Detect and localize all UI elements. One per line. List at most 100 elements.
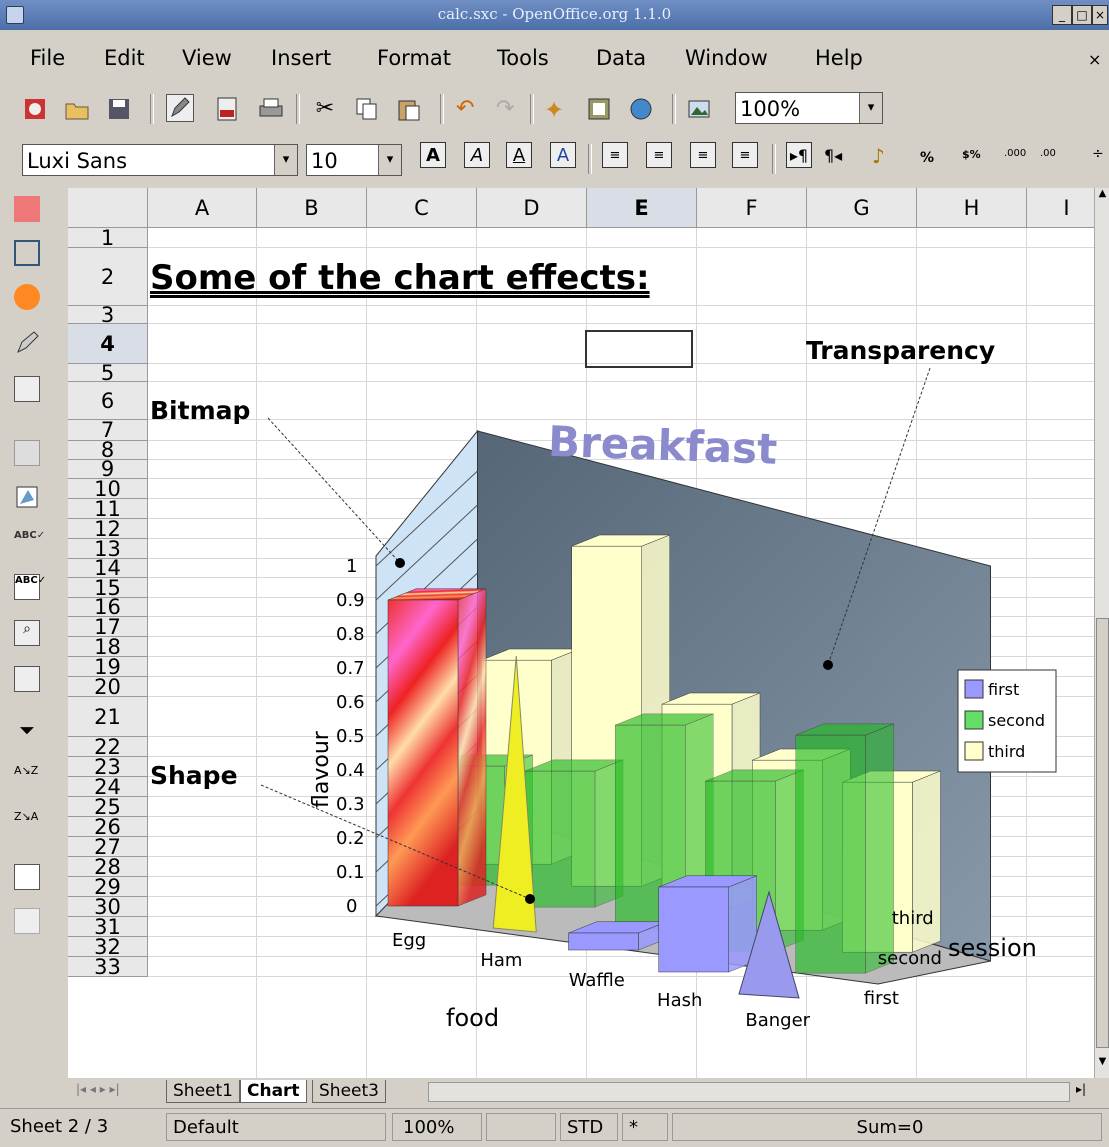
breakfast-chart[interactable]: 0 0.1 0.2 0.3 0.4 0.5 0.6 0.7 0.8 0.9 1 Egg Ham Waffl… bbox=[68, 188, 1094, 1078]
data-sources-icon[interactable] bbox=[628, 96, 654, 122]
menu-file[interactable]: File bbox=[30, 46, 65, 70]
separator bbox=[530, 94, 534, 124]
title-bar: calc.sxc - OpenOffice.org 1.1.0 _ □ × bbox=[0, 0, 1109, 30]
scroll-right-icon[interactable]: ▸| bbox=[1076, 1082, 1086, 1096]
sort-ascending-icon[interactable]: A↘Z bbox=[14, 764, 40, 790]
tab-sheet3[interactable]: Sheet3 bbox=[312, 1080, 386, 1103]
vertical-scrollbar[interactable]: ▲ ▼ bbox=[1094, 188, 1109, 1078]
insert-rows-icon[interactable] bbox=[14, 864, 40, 890]
format-toolbar: Luxi Sans ▾ 10 ▾ A A A A ≡ ≡ ≡ ≡ ▸¶ ¶◂ ♪ %… bbox=[0, 138, 1109, 184]
minimize-button[interactable]: _ bbox=[1052, 5, 1072, 25]
percent-format-icon[interactable]: % bbox=[920, 150, 946, 176]
menu-insert[interactable]: Insert bbox=[271, 46, 331, 70]
x-tick-label: Hash bbox=[657, 990, 702, 1011]
show-draw-functions-icon[interactable] bbox=[14, 330, 40, 356]
main-toolbar: ABC✓ ABC✓ ⌕ ⏷ A↘Z Z↘A bbox=[0, 188, 60, 1078]
print-icon[interactable] bbox=[258, 96, 284, 122]
zoom-icon[interactable] bbox=[14, 440, 40, 466]
y-tick-label: 0.4 bbox=[336, 760, 365, 781]
currency-format-icon[interactable]: ♪ bbox=[872, 144, 898, 170]
font-color-icon[interactable]: A bbox=[550, 142, 576, 168]
shape-callout-dot bbox=[525, 894, 535, 904]
z-tick-label: third bbox=[892, 908, 934, 929]
italic-icon[interactable]: A bbox=[464, 142, 490, 168]
image-icon[interactable] bbox=[686, 96, 712, 122]
status-sum: Sum=0 bbox=[672, 1113, 1102, 1141]
export-pdf-icon[interactable] bbox=[214, 96, 240, 122]
menu-help[interactable]: Help bbox=[815, 46, 863, 70]
x-axis-title: food bbox=[446, 1004, 499, 1032]
zoom-select[interactable]: 100% ▾ bbox=[735, 92, 883, 124]
add-decimal-icon[interactable]: .000 bbox=[1004, 148, 1030, 174]
align-center-icon[interactable]: ≡ bbox=[646, 142, 672, 168]
spellcheck-icon[interactable]: ABC✓ bbox=[14, 530, 45, 556]
menu-window[interactable]: Window bbox=[685, 46, 768, 70]
navigator-icon[interactable]: ✦ bbox=[544, 96, 570, 124]
tab-sheet1[interactable]: Sheet1 bbox=[166, 1080, 240, 1103]
toolbar-overflow-icon[interactable]: ÷ bbox=[1092, 146, 1109, 172]
justify-icon[interactable]: ≡ bbox=[732, 142, 758, 168]
font-name-select[interactable]: Luxi Sans ▾ bbox=[22, 144, 298, 176]
status-empty bbox=[486, 1113, 556, 1141]
cut-icon[interactable]: ✂ bbox=[312, 96, 338, 122]
close-document-icon[interactable]: × bbox=[1088, 50, 1101, 69]
bold-icon[interactable]: A bbox=[420, 142, 446, 168]
y-tick-label: 0 bbox=[346, 896, 357, 917]
y-tick-label: 0.8 bbox=[336, 624, 365, 645]
transparency-callout-dot bbox=[823, 660, 833, 670]
align-right-icon[interactable]: ≡ bbox=[690, 142, 716, 168]
x-tick-label: Ham bbox=[480, 950, 522, 971]
legend-swatch bbox=[964, 741, 984, 761]
status-page-style[interactable]: Default bbox=[166, 1113, 386, 1141]
menu-data[interactable]: Data bbox=[596, 46, 646, 70]
menu-format[interactable]: Format bbox=[377, 46, 451, 70]
menu-view[interactable]: View bbox=[182, 46, 232, 70]
z-tick-label: second bbox=[878, 948, 942, 969]
open-folder-icon[interactable] bbox=[64, 96, 90, 122]
maximize-button[interactable]: □ bbox=[1072, 5, 1092, 25]
status-selection-mode[interactable]: STD bbox=[560, 1113, 618, 1141]
align-left-icon[interactable]: ≡ bbox=[602, 142, 628, 168]
copy-icon[interactable] bbox=[354, 96, 380, 122]
first-sheet-icon[interactable]: |◂ ◂ ▸ ▸| bbox=[76, 1082, 120, 1096]
data-sources-view-icon[interactable] bbox=[14, 666, 40, 692]
menu-edit[interactable]: Edit bbox=[104, 46, 145, 70]
menu-tools[interactable]: Tools bbox=[497, 46, 549, 70]
paste-icon[interactable] bbox=[396, 96, 422, 122]
chevron-down-icon[interactable]: ▾ bbox=[378, 145, 401, 175]
redo-icon[interactable]: ↷ bbox=[496, 96, 522, 122]
bitmap-callout-line bbox=[267, 417, 401, 564]
undo-icon[interactable]: ↶ bbox=[456, 96, 482, 122]
autospellcheck-icon[interactable]: ABC✓ bbox=[14, 574, 46, 600]
edit-icon[interactable] bbox=[14, 484, 40, 510]
spreadsheet-grid[interactable]: A B C D E F G H I 1 2 3 4 5 6 7 8 9 10 11 12 13 14 15 1… bbox=[68, 188, 1094, 1078]
chevron-down-icon[interactable]: ▾ bbox=[859, 93, 882, 123]
horizontal-scrollbar[interactable] bbox=[428, 1082, 1070, 1102]
standard-format-icon[interactable]: $% bbox=[962, 148, 988, 174]
edit-file-icon[interactable] bbox=[166, 94, 194, 122]
save-icon[interactable] bbox=[106, 96, 132, 122]
autofilter-icon[interactable]: ⏷ bbox=[14, 718, 40, 744]
close-button[interactable]: × bbox=[1092, 5, 1108, 25]
insert-object-icon[interactable] bbox=[14, 284, 40, 310]
right-to-left-icon[interactable]: ¶◂ bbox=[824, 146, 850, 172]
form-functions-icon[interactable] bbox=[14, 376, 40, 402]
sort-descending-icon[interactable]: Z↘A bbox=[14, 810, 40, 836]
status-zoom[interactable]: 100% bbox=[392, 1113, 482, 1141]
underline-icon[interactable]: A bbox=[506, 142, 532, 168]
scroll-down-icon[interactable]: ▼ bbox=[1095, 1056, 1109, 1076]
search-icon[interactable]: ⌕ bbox=[14, 620, 40, 646]
tab-chart[interactable]: Chart bbox=[240, 1080, 307, 1103]
left-to-right-icon[interactable]: ▸¶ bbox=[786, 142, 812, 168]
font-size-select[interactable]: 10 ▾ bbox=[306, 144, 402, 176]
scroll-thumb[interactable] bbox=[1096, 618, 1109, 1048]
delete-rows-icon[interactable] bbox=[14, 908, 40, 934]
chevron-down-icon[interactable]: ▾ bbox=[274, 145, 297, 175]
insert-cell-icon[interactable] bbox=[14, 240, 40, 266]
insert-icon[interactable] bbox=[14, 196, 40, 222]
y-tick-label: 1 bbox=[346, 556, 357, 577]
new-document-icon[interactable] bbox=[22, 96, 48, 122]
gallery-icon[interactable] bbox=[586, 96, 612, 122]
scroll-up-icon[interactable]: ▲ bbox=[1095, 188, 1109, 208]
delete-decimal-icon[interactable]: .00 bbox=[1040, 148, 1066, 174]
